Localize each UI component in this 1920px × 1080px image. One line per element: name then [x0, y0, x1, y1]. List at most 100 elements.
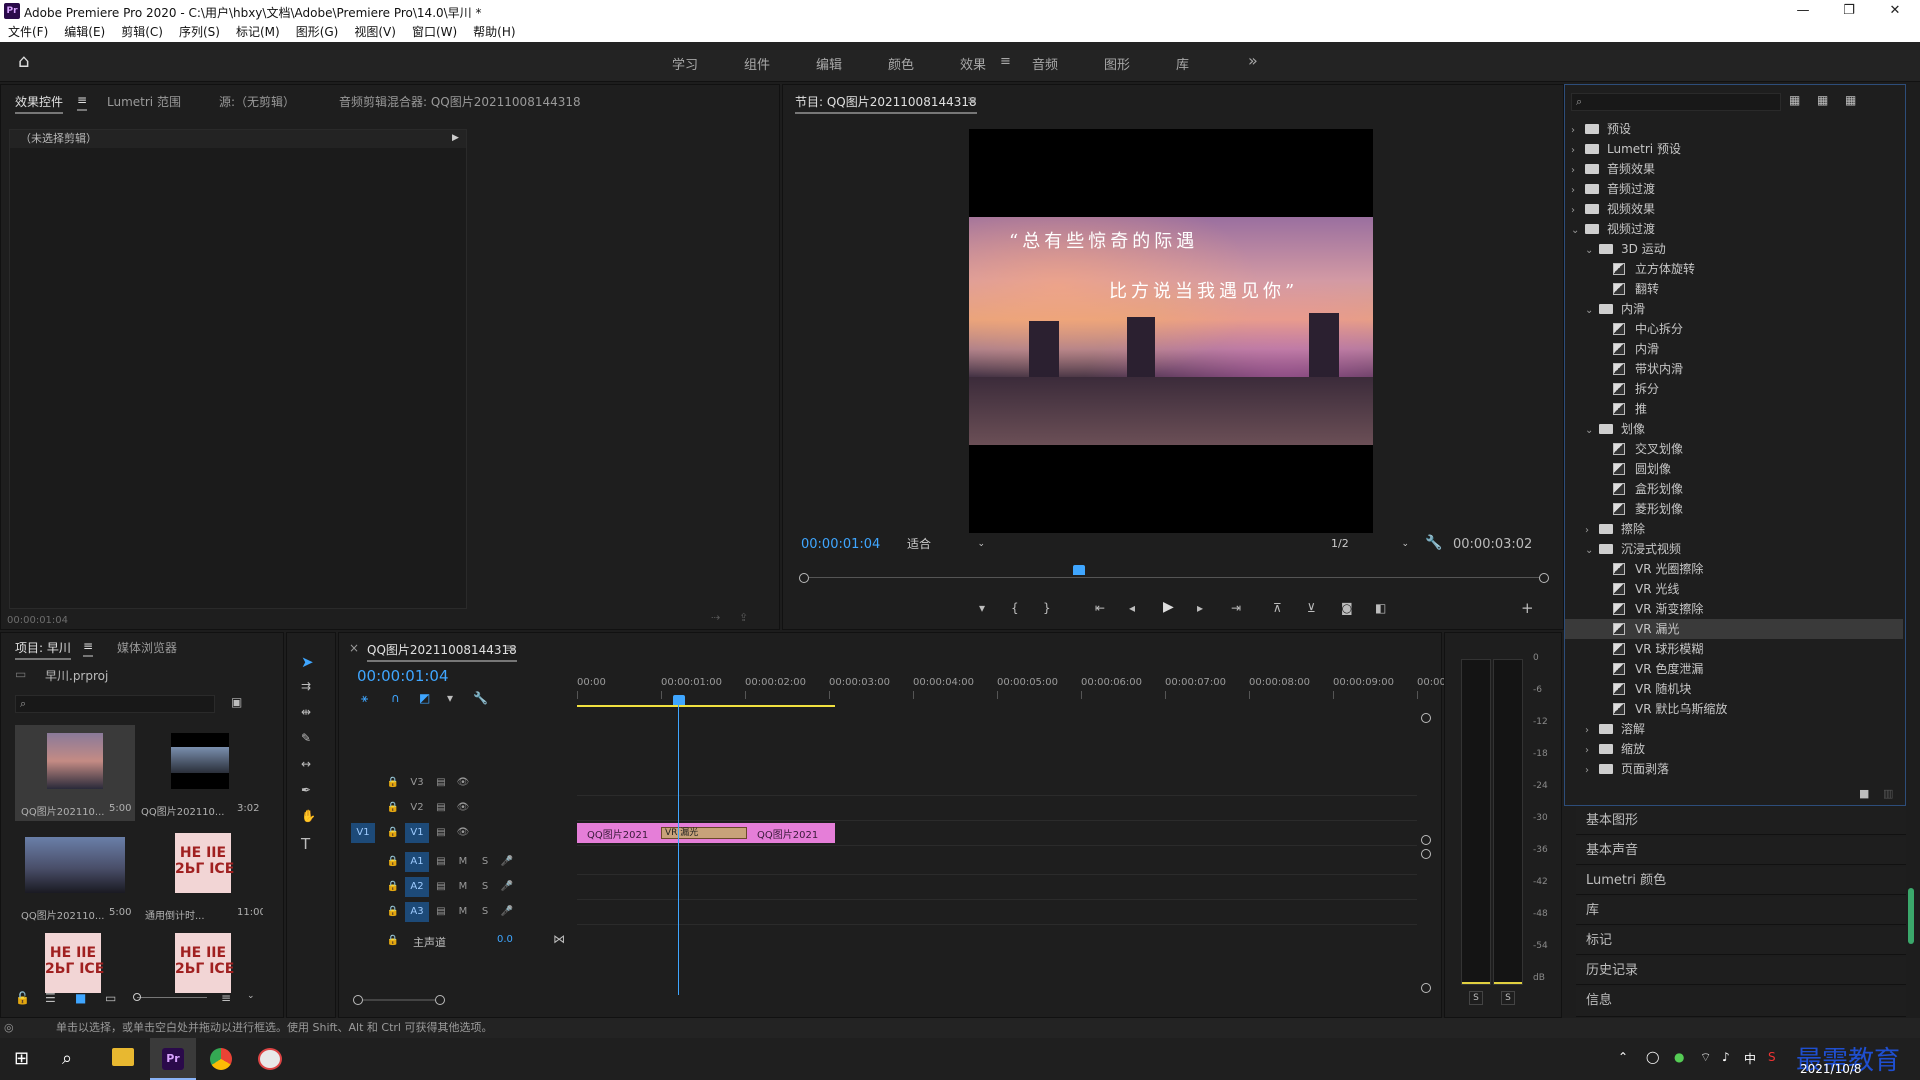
- go-to-in-icon[interactable]: ⇤: [1095, 601, 1105, 615]
- filter-icon[interactable]: ⇢: [711, 611, 720, 624]
- hscroll-handle[interactable]: [435, 995, 445, 1005]
- ripple-edit-tool-icon[interactable]: ⇹: [301, 705, 311, 719]
- panel-lumetri-color[interactable]: Lumetri 颜色: [1576, 867, 1906, 895]
- delete-icon[interactable]: ▥: [1883, 787, 1893, 800]
- fit-select[interactable]: 适合 ⌄: [907, 535, 991, 553]
- clip-v1[interactable]: QQ图片2021 QQ图片2021 VR 漏光: [577, 823, 835, 843]
- zoom-slider[interactable]: [133, 993, 207, 1001]
- menu-view[interactable]: 视图(V): [346, 22, 404, 42]
- effect-item[interactable]: 立方体旋转: [1565, 259, 1903, 279]
- time-ruler[interactable]: 00:00 00:00:01:00 00:00:02:00 00:00:03:00 00…: [577, 673, 1449, 705]
- type-tool-icon[interactable]: T: [301, 835, 310, 853]
- program-playhead[interactable]: [1073, 565, 1086, 575]
- lift-icon[interactable]: ⊼: [1273, 601, 1282, 615]
- lock-icon[interactable]: 🔒: [381, 823, 405, 843]
- program-video-frame[interactable]: “总有些惊奇的际遇 比方说当我遇见你”: [969, 129, 1373, 533]
- effect-item[interactable]: 内滑: [1565, 339, 1903, 359]
- tab-source[interactable]: 源:（无剪辑）: [219, 93, 295, 110]
- extract-icon[interactable]: ⊻: [1307, 601, 1316, 615]
- tray-app-icon[interactable]: ●: [1674, 1050, 1684, 1064]
- sync-lock-icon[interactable]: ▤: [429, 823, 453, 843]
- track-target-v3[interactable]: V3: [405, 773, 429, 793]
- timeline-menu-icon[interactable]: ≡: [505, 641, 515, 655]
- effect-item[interactable]: VR 漏光: [1565, 619, 1903, 639]
- workspace-learn[interactable]: 学习: [672, 54, 698, 73]
- zoom-handle-left[interactable]: [799, 573, 809, 583]
- mute-button[interactable]: M: [451, 877, 475, 897]
- selection-tool-icon[interactable]: ➤: [301, 653, 314, 671]
- timeline-timecode[interactable]: 00:00:01:04: [357, 667, 449, 685]
- effects-folder[interactable]: › 页面剥落: [1565, 759, 1903, 779]
- vscroll-handle[interactable]: [1421, 713, 1431, 723]
- panel-libraries[interactable]: 库: [1576, 897, 1906, 925]
- effect-item[interactable]: 推: [1565, 399, 1903, 419]
- lock-icon[interactable]: 🔒: [381, 773, 405, 793]
- vscroll-handle[interactable]: [1421, 849, 1431, 859]
- mark-in-icon[interactable]: {: [1011, 601, 1019, 615]
- panel-essential-graphics[interactable]: 基本图形: [1576, 807, 1906, 835]
- effects-search-input[interactable]: [1590, 94, 1778, 110]
- timeline-title[interactable]: QQ图片20211008144318: [367, 641, 517, 662]
- source-patch-v1[interactable]: V1: [351, 823, 375, 843]
- workspace-audio[interactable]: 音频: [1032, 54, 1058, 73]
- panel-history[interactable]: 历史记录: [1576, 957, 1906, 985]
- effects-folder[interactable]: › 溶解: [1565, 719, 1903, 739]
- expand-arrow-icon[interactable]: ▶: [452, 133, 459, 143]
- effect-item[interactable]: 翻转: [1565, 279, 1903, 299]
- master-end-icon[interactable]: ⋈: [553, 932, 565, 946]
- workspace-color[interactable]: 颜色: [888, 54, 914, 73]
- list-view-icon[interactable]: ☰: [45, 991, 56, 1005]
- timeline-close-icon[interactable]: ×: [349, 641, 359, 655]
- chevron-down-icon[interactable]: ⌄: [1585, 301, 1599, 321]
- program-title[interactable]: 节目: QQ图片20211008144318: [795, 93, 977, 114]
- solo-button[interactable]: S: [473, 852, 497, 872]
- workspace-menu-icon[interactable]: ≡: [1000, 54, 1011, 69]
- track-target-v2[interactable]: V2: [405, 798, 429, 818]
- tab-effect-controls[interactable]: 效果控件: [15, 93, 64, 114]
- hscroll-handle[interactable]: [353, 995, 363, 1005]
- track-target-a2[interactable]: A2: [405, 877, 429, 897]
- new-bin-from-search-icon[interactable]: ▣: [231, 695, 242, 709]
- linked-selection-icon[interactable]: ◩: [419, 691, 430, 705]
- effects-folder[interactable]: › 预设: [1565, 119, 1903, 139]
- chevron-right-icon[interactable]: ›: [1585, 741, 1599, 761]
- windows-start-icon[interactable]: ⊞: [14, 1048, 29, 1069]
- chevron-down-icon[interactable]: ⌄: [1585, 541, 1599, 561]
- home-icon[interactable]: ⌂: [18, 52, 38, 72]
- transition-vr-light-leak[interactable]: VR 漏光: [661, 827, 747, 839]
- lock-icon[interactable]: 🔓: [15, 991, 30, 1005]
- mute-button[interactable]: M: [451, 852, 475, 872]
- chevron-down-icon[interactable]: ⌄: [247, 991, 255, 1001]
- chevron-right-icon[interactable]: ›: [1585, 761, 1599, 781]
- vscroll-handle[interactable]: [1421, 835, 1431, 845]
- program-menu-icon[interactable]: ≡: [967, 93, 977, 107]
- effect-item[interactable]: VR 渐变擦除: [1565, 599, 1903, 619]
- solo-right-button[interactable]: S: [1501, 991, 1515, 1005]
- chevron-right-icon[interactable]: ›: [1571, 181, 1585, 201]
- lock-icon[interactable]: 🔒: [381, 902, 405, 922]
- tab-menu-icon[interactable]: ≡: [77, 93, 88, 111]
- effect-item[interactable]: 菱形划像: [1565, 499, 1903, 519]
- countdown-leader-thumb[interactable]: HE IIE 2ЬГ ICE: [175, 933, 234, 993]
- network-icon[interactable]: ◯: [1646, 1050, 1659, 1064]
- pen-tool-icon[interactable]: ✒: [301, 783, 311, 797]
- chevron-right-icon[interactable]: ›: [1585, 521, 1599, 541]
- effect-item[interactable]: 盒形划像: [1565, 479, 1903, 499]
- hscroll-bar[interactable]: [363, 999, 435, 1001]
- effect-item[interactable]: VR 光圈擦除: [1565, 559, 1903, 579]
- file-explorer-icon[interactable]: [112, 1048, 134, 1066]
- chevron-right-icon[interactable]: ›: [1571, 141, 1585, 161]
- panel-markers[interactable]: 标记: [1576, 927, 1906, 955]
- project-search[interactable]: ⌕: [15, 695, 215, 713]
- effect-item[interactable]: VR 默比乌斯缩放: [1565, 699, 1903, 719]
- mute-button[interactable]: M: [451, 902, 475, 922]
- panel-info[interactable]: 信息: [1576, 987, 1906, 1017]
- search-icon[interactable]: ⌕: [62, 1048, 72, 1069]
- program-timecode[interactable]: 00:00:01:04: [801, 537, 880, 552]
- sync-lock-icon[interactable]: ▤: [429, 773, 453, 793]
- freeform-view-icon[interactable]: ▭: [105, 991, 116, 1005]
- panel-scrollbar[interactable]: [1908, 888, 1914, 944]
- countdown-leader-thumb[interactable]: HE IIE 2ЬГ ICE: [45, 933, 104, 993]
- tab-media-browser[interactable]: 媒体浏览器: [117, 639, 177, 656]
- solo-left-button[interactable]: S: [1469, 991, 1483, 1005]
